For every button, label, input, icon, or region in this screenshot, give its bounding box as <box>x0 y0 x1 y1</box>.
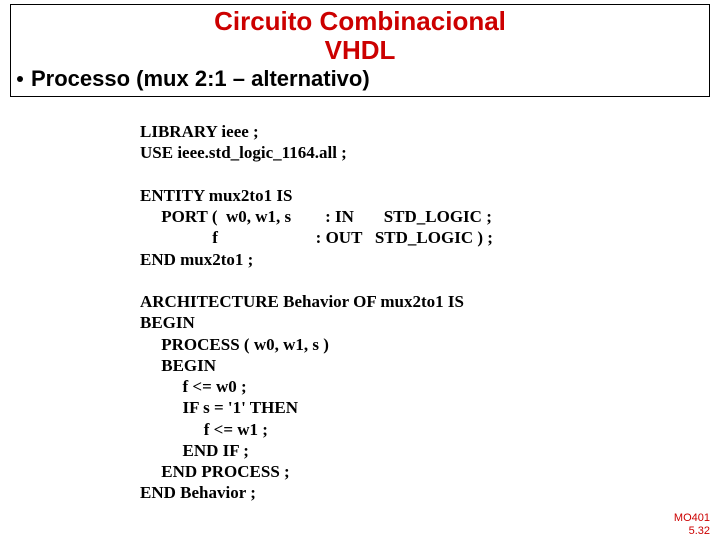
code-block: LIBRARY ieee ; USE ieee.std_logic_1164.a… <box>140 121 720 504</box>
bullet-icon <box>17 76 23 82</box>
code-line: END PROCESS ; <box>140 462 290 481</box>
title-box: Circuito Combinacional VHDL Processo (mu… <box>10 4 710 97</box>
code-line: ENTITY mux2to1 IS <box>140 186 292 205</box>
code-line: f <= w0 ; <box>140 377 247 396</box>
code-line: LIBRARY ieee ; <box>140 122 259 141</box>
title-line1: Circuito Combinacional <box>214 6 506 36</box>
footer-page: 5.32 <box>674 525 710 538</box>
code-line: IF s = '1' THEN <box>140 398 298 417</box>
code-line: PORT ( w0, w1, s : IN STD_LOGIC ; <box>140 207 492 226</box>
subtitle-text: Processo (mux 2:1 – alternativo) <box>31 66 370 91</box>
code-line: END IF ; <box>140 441 249 460</box>
code-line: BEGIN <box>140 356 216 375</box>
code-line: USE ieee.std_logic_1164.all ; <box>140 143 347 162</box>
slide-title: Circuito Combinacional VHDL <box>11 5 709 64</box>
code-line: f <= w1 ; <box>140 420 268 439</box>
title-line2: VHDL <box>325 35 396 65</box>
code-line: BEGIN <box>140 313 195 332</box>
code-line: PROCESS ( w0, w1, s ) <box>140 335 329 354</box>
code-line: END mux2to1 ; <box>140 250 253 269</box>
footer-course: MO401 <box>674 512 710 525</box>
code-line: f : OUT STD_LOGIC ) ; <box>140 228 493 247</box>
slide-subtitle: Processo (mux 2:1 – alternativo) <box>11 64 709 96</box>
code-line: ARCHITECTURE Behavior OF mux2to1 IS <box>140 292 464 311</box>
footer: MO401 5.32 <box>674 512 710 538</box>
code-line: END Behavior ; <box>140 483 256 502</box>
